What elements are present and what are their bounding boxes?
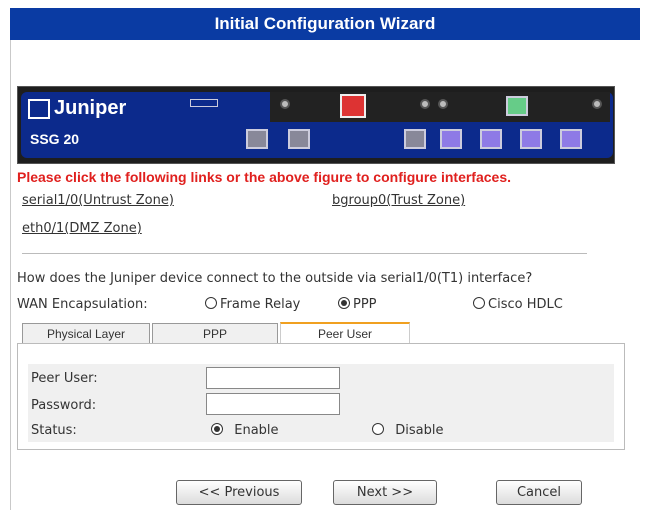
radio-label: Cisco HDLC [488, 297, 563, 312]
device-figure[interactable]: Juniper SSG 20 [17, 86, 615, 164]
wan-encapsulation-label: WAN Encapsulation: [17, 297, 148, 312]
juniper-mark-icon [28, 98, 50, 119]
password-label: Password: [31, 398, 97, 413]
device-model: SSG 20 [30, 131, 80, 147]
tab-ppp[interactable]: PPP [152, 323, 278, 343]
tab-peer-user[interactable]: Peer User [280, 322, 410, 344]
link-eth-dmz[interactable]: eth0/1(DMZ Zone) [22, 221, 142, 236]
wizard-title: Initial Configuration Wizard [10, 8, 640, 40]
port-bgroup-icon[interactable] [440, 129, 462, 149]
radio-ppp[interactable]: PPP [338, 297, 377, 312]
radio-label: Enable [234, 423, 279, 438]
status-led-icon [190, 99, 218, 107]
radio-label: Disable [395, 423, 444, 438]
radio-circle-icon[interactable] [473, 297, 485, 309]
screw-icon [420, 99, 430, 109]
port-bgroup-icon[interactable] [520, 129, 542, 149]
next-button[interactable]: Next >> [333, 480, 437, 505]
cancel-button[interactable]: Cancel [496, 480, 582, 505]
screw-icon [592, 99, 602, 109]
radio-label: PPP [353, 297, 377, 312]
port-aux-icon[interactable] [288, 129, 310, 149]
link-bgroup-trust[interactable]: bgroup0(Trust Zone) [332, 193, 465, 208]
radio-circle-icon[interactable] [372, 423, 384, 435]
screw-icon [438, 99, 448, 109]
status-disable-option[interactable]: Disable [372, 423, 444, 438]
port-serial-icon[interactable] [340, 94, 366, 118]
previous-button[interactable]: << Previous [176, 480, 302, 505]
radio-frame-relay[interactable]: Frame Relay [205, 297, 300, 312]
port-console-icon[interactable] [246, 129, 268, 149]
radio-circle-icon[interactable] [205, 297, 217, 309]
section-divider [22, 253, 587, 254]
tab-physical-layer[interactable]: Physical Layer [22, 323, 150, 343]
radio-cisco-hdlc[interactable]: Cisco HDLC [473, 297, 563, 312]
juniper-logo: Juniper [28, 97, 126, 120]
link-serial-untrust[interactable]: serial1/0(Untrust Zone) [22, 193, 174, 208]
device-brand: Juniper [54, 97, 127, 119]
port-slot-icon[interactable] [506, 96, 528, 116]
radio-label: Frame Relay [220, 297, 301, 312]
peer-user-label: Peer User: [31, 371, 98, 386]
radio-selected-icon[interactable] [338, 297, 350, 309]
port-bgroup-icon[interactable] [480, 129, 502, 149]
peer-user-input[interactable] [206, 367, 340, 389]
port-bgroup-icon[interactable] [560, 129, 582, 149]
port-eth-icon[interactable] [404, 129, 426, 149]
status-label: Status: [31, 423, 77, 438]
screw-icon [280, 99, 290, 109]
radio-selected-icon[interactable] [211, 423, 223, 435]
wan-question: How does the Juniper device connect to t… [17, 271, 533, 286]
status-enable-option[interactable]: Enable [211, 423, 279, 438]
instruction-text: Please click the following links or the … [17, 169, 512, 185]
password-input[interactable] [206, 393, 340, 415]
left-divider [10, 40, 11, 510]
